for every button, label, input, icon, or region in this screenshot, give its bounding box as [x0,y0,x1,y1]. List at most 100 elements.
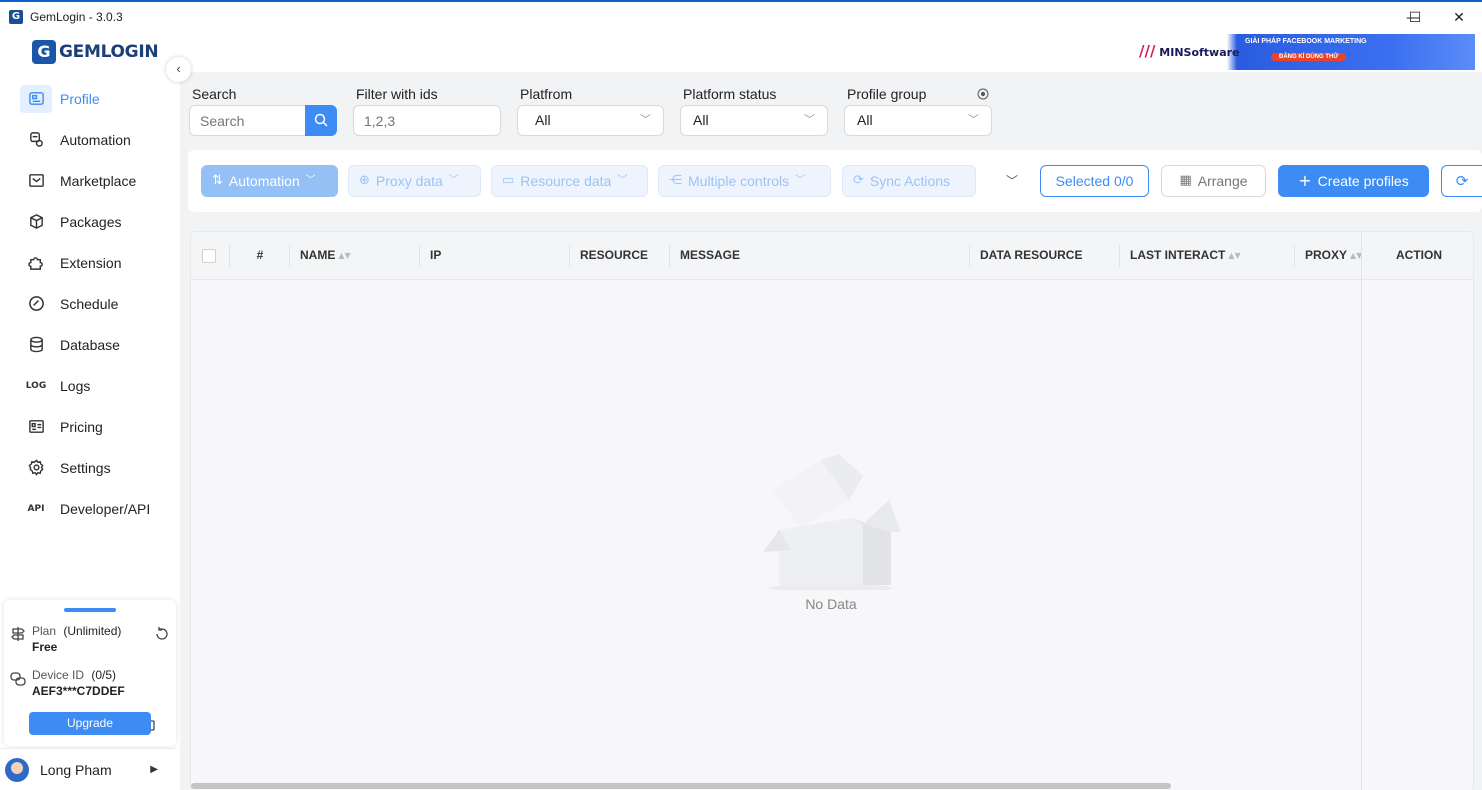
automation-button[interactable]: ⇅ Automation ﹀ [201,165,338,197]
chevron-down-icon: ﹀ [617,175,628,186]
signpost-icon [11,627,25,641]
user-name: Long Pham [40,761,112,778]
search-button[interactable] [305,105,337,136]
column-header-message[interactable]: MESSAGE [670,232,970,280]
chevron-down-icon: ﹀ [795,175,806,186]
upgrade-button[interactable]: Upgrade [29,712,151,735]
column-header-last-interact[interactable]: LAST INTERACT ▲▼ [1120,232,1295,280]
close-button[interactable]: ✕ [1436,4,1482,32]
sidebar-nav: Profile Automation Marketplace Packages … [20,78,170,529]
sidebar-item-label: Database [60,336,120,353]
filter-ids-input[interactable] [353,105,501,136]
avatar [5,757,29,782]
banner-brand: /// MINSoftware [1139,42,1240,60]
column-header-proxy[interactable]: PROXY ▲▼ [1295,232,1362,280]
plan-card: Plan (Unlimited) Free Device ID (0/5) AE… [4,600,176,746]
sidebar-item-label: Profile [60,90,100,107]
schedule-icon [20,290,52,318]
column-header-action: ACTION [1362,232,1473,280]
sync-actions-button[interactable]: ⟳ Sync Actions [842,165,976,197]
sidebar-item-label: Logs [60,377,91,394]
plan-label: Plan [32,624,57,638]
sidebar-item-label: Extension [60,254,122,271]
logo-mark: G [32,40,56,64]
device-id-value: AEF3***C7DDEF [32,684,125,698]
select-all-checkbox[interactable] [202,249,216,263]
platform-select[interactable]: All ﹀ [517,105,664,136]
profile-icon [20,84,52,113]
add-group-icon[interactable] [977,87,989,105]
platform-status-label: Platform status [683,86,777,102]
proxy-data-button[interactable]: ⊕ Proxy data ﹀ [348,165,481,197]
maximize-button[interactable]: ☐ [1392,4,1438,32]
sidebar-item-label: Settings [60,459,111,476]
toolbar-expand-chevron-icon[interactable]: ﹀ [1006,172,1018,189]
api-icon: API [27,503,45,514]
selected-count-button[interactable]: Selected 0/0 [1040,165,1149,197]
automation-arrows-icon: ⇅ [212,173,223,188]
device-row: Device ID (0/5) AEF3***C7DDEF [10,668,125,698]
action-column: ACTION [1361,232,1473,790]
ad-banner[interactable]: /// MINSoftware GIẢI PHÁP FACEBOOK MARKE… [1135,34,1475,70]
select-all-cell [191,232,230,280]
search-label: Search [192,86,237,102]
sidebar-item-pricing[interactable]: Pricing [20,406,170,447]
sidebar-item-extension[interactable]: Extension [20,242,170,283]
sidebar-item-packages[interactable]: Packages [20,201,170,242]
chevron-down-icon: ﹀ [804,114,815,126]
column-header-ip[interactable]: IP [420,232,570,280]
platform-status-select[interactable]: All ﹀ [680,105,828,136]
multiple-controls-button[interactable]: ⋲ Multiple controls ﹀ [658,165,831,197]
profile-group-select[interactable]: All ﹀ [844,105,992,136]
logs-icon: LOG [25,380,47,391]
action-toolbar: ⇅ Automation ﹀ ⊕ Proxy data ﹀ ▭ Resource… [188,150,1482,212]
filter-ids-label: Filter with ids [356,86,438,102]
column-header-data-resource[interactable]: DATA RESOURCE [970,232,1120,280]
sidebar-item-automation[interactable]: Automation [20,119,170,160]
grid-icon: ▦ [1179,173,1192,188]
sidebar-item-label: Pricing [60,418,103,435]
sidebar-item-label: Packages [60,213,122,230]
profiles-table: # NAME ▲▼ IP RESOURCE MESSAGE DATA RESOUR… [190,231,1474,790]
chevron-down-icon: ﹀ [968,114,979,126]
sidebar-item-profile[interactable]: Profile [20,78,170,119]
sidebar-item-database[interactable]: Database [20,324,170,365]
top-banner-strip: /// MINSoftware GIẢI PHÁP FACEBOOK MARKE… [180,32,1482,72]
sidebar-item-developer-api[interactable]: API Developer/API [20,488,170,529]
refresh-plan-icon[interactable] [154,626,170,647]
refresh-button[interactable]: ⟳ [1441,165,1482,197]
app-icon: G [9,10,23,24]
chevron-down-icon: ﹀ [448,175,459,186]
arrange-button[interactable]: ▦ Arrange [1161,165,1266,197]
create-profiles-button[interactable]: + Create profiles [1278,165,1429,197]
chevron-left-icon: ‹ [176,61,181,76]
gear-icon [20,454,52,482]
column-header-index[interactable]: # [230,232,290,280]
puzzle-icon [20,249,52,277]
folder-icon: ▭ [502,173,515,188]
collapse-sidebar-button[interactable]: ‹ [166,57,191,82]
sidebar-item-logs[interactable]: LOG Logs [20,365,170,406]
gemlogin-logo: G GEMLOGIN [32,40,159,64]
profile-group-label: Profile group [847,86,927,102]
sidebar-item-marketplace[interactable]: Marketplace [20,160,170,201]
column-header-resource[interactable]: RESOURCE [570,232,670,280]
column-header-name[interactable]: NAME ▲▼ [290,232,420,280]
banner-cta: ĐĂNG KÍ DÙNG THỬ [1271,53,1347,61]
marketplace-icon [20,167,52,195]
sidebar-item-settings[interactable]: Settings [20,447,170,488]
device-label: Device ID [32,668,85,682]
sidebar-item-schedule[interactable]: Schedule [20,283,170,324]
resource-data-button[interactable]: ▭ Resource data ﹀ [491,165,648,197]
no-data-text: No Data [805,596,857,612]
profile-group-select-value: All [857,112,873,128]
horizontal-scrollbar[interactable] [191,783,1171,789]
plan-row: Plan (Unlimited) Free [10,624,121,654]
search-input[interactable] [189,105,307,136]
banner-headline: GIẢI PHÁP FACEBOOK MARKETING [1245,38,1367,45]
caret-right-icon: ▶ [150,764,158,775]
drag-handle[interactable] [64,608,116,612]
user-menu[interactable]: Long Pham ▶ [0,748,176,790]
automation-icon [20,126,52,154]
refresh-icon: ⟳ [1455,172,1469,190]
